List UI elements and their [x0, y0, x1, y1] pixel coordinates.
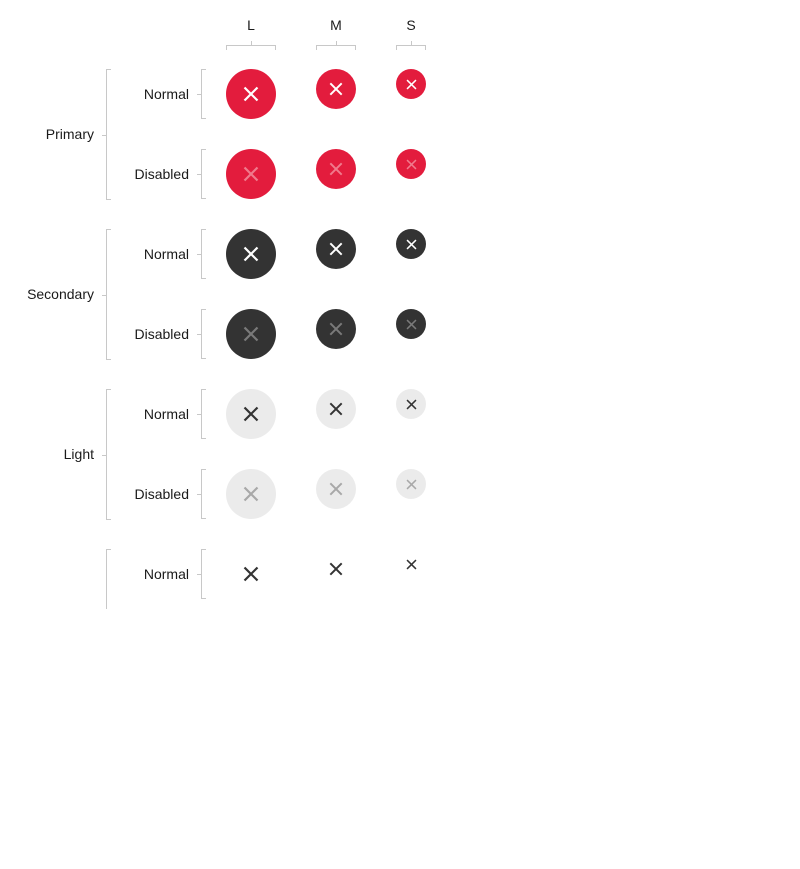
state-bracket [197, 549, 206, 599]
variant-bracket [106, 549, 111, 609]
bracket-tick [197, 174, 201, 175]
close-icon [243, 246, 259, 262]
bracket-tick [197, 414, 201, 415]
close-button-primary-disabled-s[interactable] [396, 149, 426, 179]
state-label-disabled: Disabled [134, 486, 189, 502]
state-label-normal: Normal [143, 406, 189, 422]
variant-bracket [102, 389, 111, 520]
variant-label-light: Light [63, 446, 94, 462]
close-button-primary-normal-s[interactable] [396, 69, 426, 99]
bracket-tick [197, 94, 201, 95]
variant-bracket [102, 69, 111, 200]
close-button-light-normal-l[interactable] [226, 389, 276, 439]
close-icon [329, 482, 343, 496]
bracket-tick [102, 454, 106, 456]
close-icon [405, 558, 417, 570]
close-icon [405, 318, 417, 330]
close-button-secondary-normal-m[interactable] [316, 229, 356, 269]
close-icon [243, 486, 259, 502]
size-bracket [316, 41, 356, 50]
bracket-tick [197, 334, 201, 335]
state-bracket [197, 229, 206, 279]
bracket-tick [102, 134, 106, 136]
size-bracket [396, 41, 426, 50]
close-button-ghost-normal-m[interactable] [316, 549, 356, 589]
state-label-disabled: Disabled [134, 326, 189, 342]
close-icon [329, 82, 343, 96]
close-button-ghost-normal-l[interactable] [226, 549, 276, 599]
close-button-primary-disabled-l[interactable] [226, 149, 276, 199]
close-button-light-disabled-s[interactable] [396, 469, 426, 499]
close-button-secondary-disabled-m[interactable] [316, 309, 356, 349]
state-bracket [197, 389, 206, 439]
state-bracket [197, 469, 206, 519]
close-icon [329, 562, 343, 576]
state-bracket [197, 69, 206, 119]
size-label-l: L [247, 17, 255, 33]
close-icon [243, 566, 259, 582]
bracket-tick [197, 254, 201, 255]
bracket-tick [102, 294, 106, 296]
state-label-disabled: Disabled [134, 166, 189, 182]
close-button-light-normal-m[interactable] [316, 389, 356, 429]
bracket-tick [251, 41, 252, 45]
size-bracket [226, 41, 276, 50]
variant-label-secondary: Secondary [27, 286, 94, 302]
close-icon [329, 322, 343, 336]
close-icon [243, 166, 259, 182]
state-bracket [197, 149, 206, 199]
close-icon [329, 242, 343, 256]
close-button-light-normal-s[interactable] [396, 389, 426, 419]
bracket-tick [411, 41, 412, 45]
close-button-light-disabled-l[interactable] [226, 469, 276, 519]
close-icon [329, 402, 343, 416]
close-button-secondary-normal-s[interactable] [396, 229, 426, 259]
bracket-tick [197, 574, 201, 575]
close-icon [405, 238, 417, 250]
size-label-m: M [330, 17, 342, 33]
bracket-tick [197, 494, 201, 495]
close-icon [243, 326, 259, 342]
close-icon [405, 158, 417, 170]
state-label-normal: Normal [143, 246, 189, 262]
state-bracket [197, 309, 206, 359]
close-icon [243, 406, 259, 422]
close-button-secondary-disabled-s[interactable] [396, 309, 426, 339]
size-label-s: S [406, 17, 416, 33]
close-button-primary-disabled-m[interactable] [316, 149, 356, 189]
close-icon [405, 78, 417, 90]
bracket-tick [336, 41, 337, 45]
state-label-normal: Normal [143, 566, 189, 582]
close-icon [243, 86, 259, 102]
variant-label-primary: Primary [45, 126, 94, 142]
state-label-normal: Normal [143, 86, 189, 102]
close-icon [329, 162, 343, 176]
close-icon [405, 398, 417, 410]
close-button-secondary-normal-l[interactable] [226, 229, 276, 279]
close-button-ghost-normal-s[interactable] [396, 549, 426, 579]
close-button-light-disabled-m[interactable] [316, 469, 356, 509]
close-button-primary-normal-l[interactable] [226, 69, 276, 119]
variant-bracket [102, 229, 111, 360]
close-button-primary-normal-m[interactable] [316, 69, 356, 109]
close-button-spec-sheet: L M S Primary Normal Disabled Secondary Normal D… [0, 0, 800, 869]
close-button-secondary-disabled-l[interactable] [226, 309, 276, 359]
close-icon [405, 478, 417, 490]
